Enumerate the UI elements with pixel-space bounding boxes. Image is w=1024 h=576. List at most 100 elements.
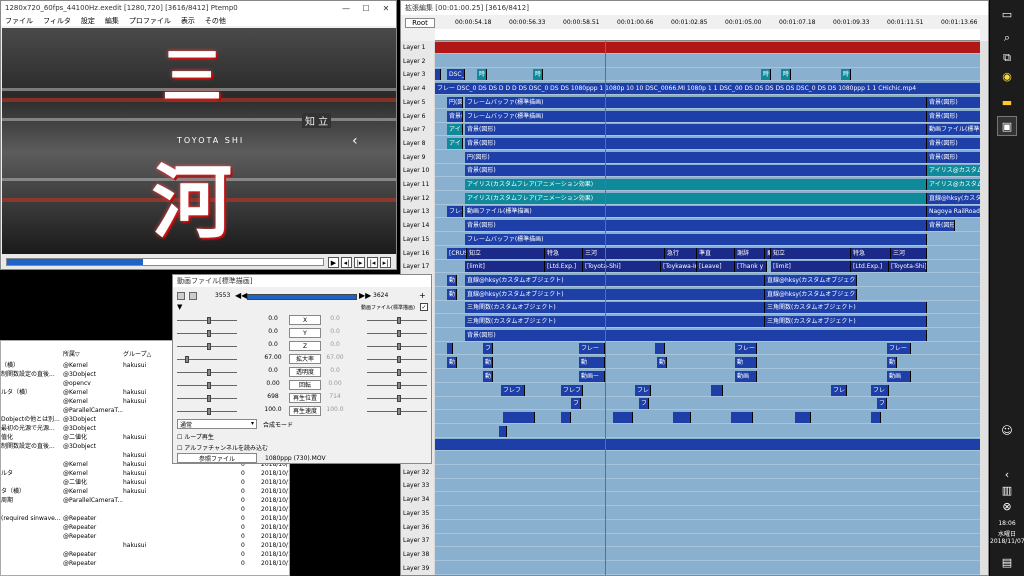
timeline-object[interactable]: 動 [887,357,897,369]
playhead-cursor[interactable] [604,41,606,575]
param-slider-right[interactable] [367,330,427,337]
timeline-object[interactable]: 特急 [851,247,891,259]
layer-label[interactable]: Layer 10 [403,164,434,177]
layer-label[interactable]: Layer 4 [403,82,434,95]
timeline-object[interactable]: 背景(図形) [927,137,980,149]
maximize-icon[interactable]: ☐ [356,1,376,15]
layer-label[interactable]: Layer 15 [403,233,434,246]
timeline-object[interactable]: アイリス [447,124,463,136]
slider-knob[interactable] [397,395,401,402]
track-row[interactable] [435,521,980,534]
param-slider-right[interactable] [367,408,427,415]
timeline-object[interactable]: 背景(図形) [465,137,927,149]
timeline-object[interactable]: 動 [657,357,667,369]
track-row[interactable] [435,562,980,575]
timeline-object[interactable] [795,411,811,423]
timeline-object[interactable]: DSC_0 [447,69,465,81]
fast-forward-icon[interactable]: ▶▶ [359,291,371,300]
param-slider-right[interactable] [367,317,427,324]
timeline-object[interactable]: 知立 [771,247,851,259]
timeline-object[interactable]: 時 [761,69,771,81]
layer-label[interactable]: Layer 12 [403,192,434,205]
layer-label[interactable]: Layer 39 [403,562,434,575]
people-icon[interactable]: ☺ [997,420,1017,440]
mode-checkbox[interactable]: ✓ [420,303,428,311]
timeline-object[interactable]: アイリス(カスタムフレア(アニメーション効果) [465,192,927,204]
list-item[interactable]: 周期 @ParallelCameraT... 0 2018/10/19 [1,496,289,505]
timeline-object[interactable] [503,411,535,423]
layer-label[interactable]: Layer 17 [403,260,434,273]
timeline-object[interactable]: 時 [781,69,791,81]
timeline-object[interactable]: フレ [483,343,493,355]
layer-label[interactable]: Layer 33 [403,479,434,492]
timeline-object[interactable] [655,343,665,355]
column-header-group[interactable]: 所属▽ [63,349,80,358]
timeline-object[interactable]: 背景(図形) [927,96,980,108]
slider-knob[interactable] [397,408,401,415]
step-back-icon[interactable]: ◂| [341,257,352,268]
track-row[interactable] [435,425,980,438]
param-value-left[interactable]: 0.0 [262,328,284,335]
timeline-object[interactable]: 動 [447,357,457,369]
timeline-object[interactable]: 動 [483,357,493,369]
track-row[interactable] [435,507,980,520]
param-button[interactable]: 透明度 [289,367,321,377]
param-slider-right[interactable] [367,382,427,389]
timeline-object[interactable]: フレ [871,384,889,396]
timeline-object[interactable]: [Toyota-Shi] [583,261,661,273]
action-center-icon[interactable]: ▤ [997,552,1017,572]
slider-knob[interactable] [207,382,211,389]
track-row[interactable] [435,68,980,82]
clock-time[interactable]: 18:06 [990,520,1024,527]
param-slider-left[interactable] [177,330,237,337]
column-header-owner[interactable]: グループ△ [123,349,151,358]
slider-knob[interactable] [207,330,211,337]
param-button[interactable]: 再生位置 [289,393,321,403]
aviutl-icon[interactable]: ▣ [997,116,1017,136]
timeline-object[interactable]: フレームバッファ(標準描画) [465,110,927,122]
notification-dot-icon[interactable]: ⊗ [997,496,1017,516]
list-item[interactable]: @Repeater 0 2018/10/19 [1,532,289,541]
timeline-object[interactable]: フレー DSC_0 DS DS D D D DS DSC_0 DS DS 108… [435,83,980,95]
menu-item[interactable]: その他 [205,16,226,26]
timeline-object[interactable]: 動 [447,274,457,286]
list-item[interactable]: @Repeater 0 2018/10/19 [1,559,289,568]
minimize-icon[interactable]: — [336,1,356,15]
param-button[interactable]: Z [289,341,321,351]
track-row[interactable] [435,397,980,411]
folder-icon[interactable]: ▬ [997,92,1017,112]
timeline-object[interactable]: 知立 [467,247,545,259]
timeline-object[interactable]: [Ltd.Exp.] [545,261,583,273]
slider-knob[interactable] [207,369,211,376]
seek-bar[interactable] [6,258,324,266]
menu-arrow-icon[interactable]: ▼ [177,303,182,311]
layer-label[interactable]: Layer 35 [403,507,434,520]
timeline-object[interactable]: フレフ [561,384,583,396]
track-row[interactable] [435,356,980,370]
timeline-object[interactable]: 動画ー [579,370,605,382]
track-row[interactable] [435,493,980,507]
timeline-object[interactable]: 直線@hksy(カスタムオ [927,192,980,204]
param-value-right[interactable]: 0.0 [324,315,346,322]
layer-label[interactable]: Layer 3 [403,68,434,81]
close-icon[interactable]: ✕ [376,1,396,15]
timeline-object[interactable]: フ [877,398,887,410]
timeline-object[interactable]: 直線@hksy(カスタムオブジェクト) [465,288,765,300]
timeline-object[interactable]: フレ [635,384,651,396]
timeline-object[interactable] [871,411,881,423]
chrome-icon[interactable]: ◉ [997,66,1017,86]
param-slider-right[interactable] [367,356,427,363]
timeline-object[interactable]: [Ltd.Exp.] [851,261,889,273]
slider-knob[interactable] [185,356,189,363]
slider-knob[interactable] [397,369,401,376]
param-value-right[interactable]: 0.0 [324,341,346,348]
timeline-object[interactable]: [limit] [771,261,851,273]
timeline-object[interactable]: 謝辞 [735,247,765,259]
menu-item[interactable]: 編集 [105,16,119,26]
frame-range-slider[interactable] [247,294,357,300]
time-ruler[interactable]: 00:00:54.18 00:00:56.33 00:00:58.51 00:01:0… [435,19,980,41]
timeline-object[interactable]: 急行 [665,247,697,259]
list-item[interactable]: ルタ @Kernel hakusui 0 2018/10/19 [1,469,289,478]
timeline-object[interactable] [435,69,441,81]
menu-item[interactable]: ファイル [5,16,33,26]
